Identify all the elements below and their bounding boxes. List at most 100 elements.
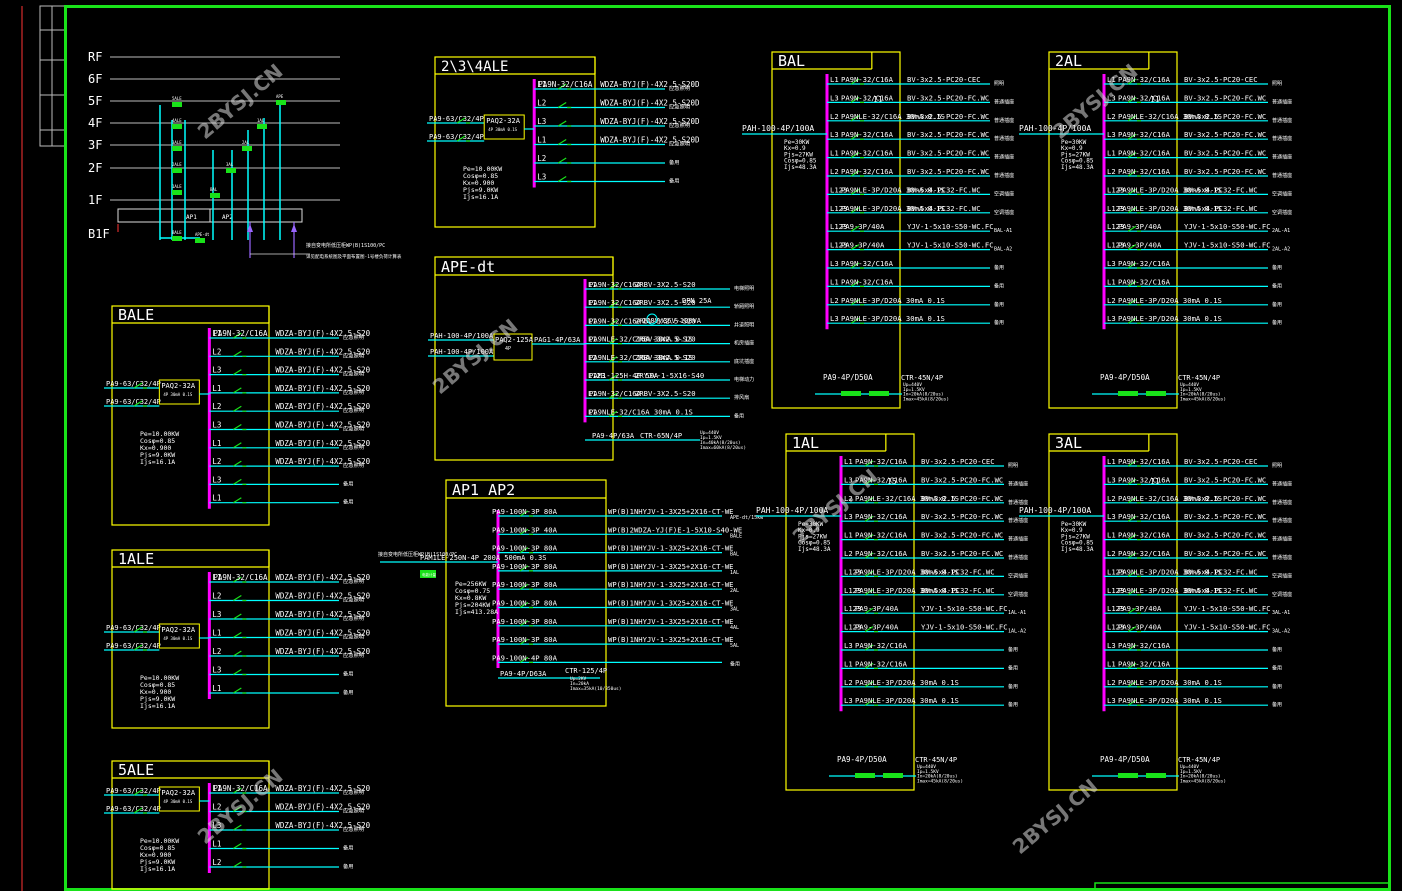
incomer-breaker-2: PA9-63/C32/4P (106, 398, 161, 406)
phase-label: L2 (212, 858, 221, 867)
phase-label: L3 (844, 641, 853, 650)
phase-label: L1 (212, 494, 221, 503)
spd-breaker: PA9-4P/D63A (500, 670, 547, 678)
phase-label: L3 (844, 512, 853, 521)
circuit-use: 空调插座 (1272, 209, 1292, 216)
circuit-use: 备用 (343, 844, 354, 852)
riser-panel-box (257, 124, 267, 129)
cable-label: YJV-1-5x10-S50-WC.FC (907, 241, 994, 250)
load-calc: Ijs=16.1A (140, 458, 175, 466)
phase-label: L3 (844, 696, 853, 705)
riser-panel-tag: 2AL (242, 140, 250, 145)
cable-label: BV-3x2.5-PC20-CEC (907, 75, 981, 84)
breaker-label: PA9N-32/C16A (1118, 277, 1171, 286)
cable-label: ZRYJV-1-5X16-S40 (635, 371, 704, 380)
spd-breaker: PA9-4P/D50A (1100, 373, 1150, 382)
circuit-use: 1AL-A2 (1008, 629, 1026, 635)
ats-label: PAQ2-32A (161, 789, 196, 797)
circuit-use: 空调插座 (1272, 572, 1292, 579)
feeder-destination: 4AL (730, 625, 739, 631)
circuit-use: 普通插座 (994, 154, 1014, 161)
circuit-use: 空调插座 (1272, 591, 1292, 598)
panel-title: 1ALE (118, 550, 154, 568)
cable-label: BV-3x2.5-PC20-FC.WC (1184, 549, 1266, 558)
incomer-breaker-1: PA9-63/C32/4P (106, 624, 161, 632)
ats-sub: 4P 30mA 0.1S (163, 799, 192, 804)
circuit-use: 备用 (343, 862, 354, 870)
riser-panel-box (172, 236, 182, 241)
breaker-label: PA9-100N-3P 80A (492, 617, 558, 626)
riser-note-1: 接自变电所低压柜WP(B)1S100/PC (306, 242, 385, 249)
ats-sub: 4P (505, 346, 511, 352)
incomer-breaker-1: PA9-63/C32/4P (106, 380, 161, 388)
breaker-label: PA9-100N-3P 80A (492, 507, 558, 516)
circuit-use: 普通插座 (994, 117, 1014, 124)
breaker-label: PA9-100N-3P 80A (492, 599, 558, 608)
breaker-label: PA9N-32/C16A (589, 316, 642, 325)
riser-panel-tag: 5ALE (172, 96, 182, 101)
riser-note-2: 详见配电系统图及平面布置图-1号楼负荷计算表 (306, 253, 402, 260)
spd-breaker: PA9-4P/63A (592, 432, 635, 440)
spd-box (841, 391, 861, 396)
floor-label-3F: 3F (88, 138, 102, 152)
meter-label: 电能计量 (422, 572, 436, 577)
circuit-use: 普通插座 (1008, 517, 1028, 524)
circuit-use: 电梯动力 (734, 376, 754, 383)
cable-label: BV-3x2.5-PC20-FC.WC (921, 475, 1003, 484)
cable-label: BV-3x2.5-PC20-FC.WC (1184, 475, 1266, 484)
panel-title: AP1 AP2 (452, 481, 515, 499)
phase-label: L1 (537, 136, 546, 145)
phase-label: L1 (830, 149, 839, 158)
panel-title: 3AL (1055, 434, 1082, 452)
breaker-label: PA9NLE-3P/D20A 30mA 0.1S (1118, 696, 1222, 705)
phase-label: L3 (212, 666, 221, 675)
breaker-label: PA9N-32/C16A (1118, 457, 1171, 466)
circuit-use: 3AL-A2 (1272, 629, 1290, 635)
breaker-label: PA9N-32/C16A (1118, 659, 1171, 668)
phase-label: L3 (537, 117, 546, 126)
circuit-use: 应急照明 (669, 84, 690, 92)
spd-label: CTR-125/4P (565, 667, 607, 675)
phase-label: L2 (844, 549, 853, 558)
circuit-use: 2AL-A1 (1272, 228, 1290, 234)
phase-label: L3 (830, 130, 839, 139)
circuit-use: 普通插座 (994, 172, 1014, 179)
circuit-use: 普通插座 (1272, 554, 1292, 561)
phase-label: L1 (212, 684, 221, 693)
phase-label: L2 (1107, 549, 1116, 558)
spd-breaker: PA9-4P/D50A (1100, 755, 1150, 764)
cable-label: ZRBV-3X2.5-S20 (635, 335, 696, 344)
circuit-use: 应急照明 (343, 825, 364, 833)
phase-label: L1 (1107, 531, 1116, 540)
cable-label: BV-3x2.5-PC20-FC.WC (1184, 531, 1266, 540)
panel-title: BAL (778, 52, 805, 70)
breaker-label: PA9N-32/C16A (1118, 475, 1171, 484)
phase-label: L2 (1107, 494, 1116, 503)
cable-label: BV-5x4-PC32-FC.WC (921, 586, 995, 595)
panel-title: APE-dt (441, 258, 495, 276)
breaker-label: PA9N-32/C16A (841, 93, 894, 102)
circuit-use: 应急照明 (669, 121, 690, 129)
phase-label: L3 (212, 421, 221, 430)
circuit-use: 备用 (1272, 282, 1282, 289)
phase-label: L1 (830, 75, 839, 84)
phase-label: L1 (830, 277, 839, 286)
cable-label: YJV-1-5x10-S50-WC.FC (1184, 604, 1271, 613)
electrical-system-drawing: RF6F5F4F3F2F1FB1FAP1 AP25ALE4ALE3ALE2ALE1… (0, 0, 1402, 891)
circuit-use: 空调插座 (1008, 591, 1028, 598)
breaker-label: PA9NLE-3P/D20A 30mA 0.1S (841, 314, 945, 323)
phase-label: L3 (537, 173, 546, 182)
circuit-use: 普通插座 (1272, 480, 1292, 487)
circuit-use: 备用 (669, 158, 680, 166)
floor-label-RF: RF (88, 50, 102, 64)
breaker-label: PA9N-32/C16A (841, 277, 894, 286)
cable-label: BV-3x2.5-PC20-FC.WC (907, 130, 989, 139)
incomer-breaker-2: PA9-63/C32/4P (106, 805, 161, 813)
spd-label: CTR-65N/4P (640, 432, 682, 440)
phase-label: L1 (1107, 149, 1116, 158)
ats-sub: 4P 30mA 0.1S (163, 392, 192, 397)
breaker-label: PA9N-32/C16A (1118, 512, 1171, 521)
circuit-use: 应急照明 (343, 333, 364, 341)
ats-label: PAQ2-32A (486, 117, 521, 125)
phase-label: L2 (1107, 112, 1116, 121)
